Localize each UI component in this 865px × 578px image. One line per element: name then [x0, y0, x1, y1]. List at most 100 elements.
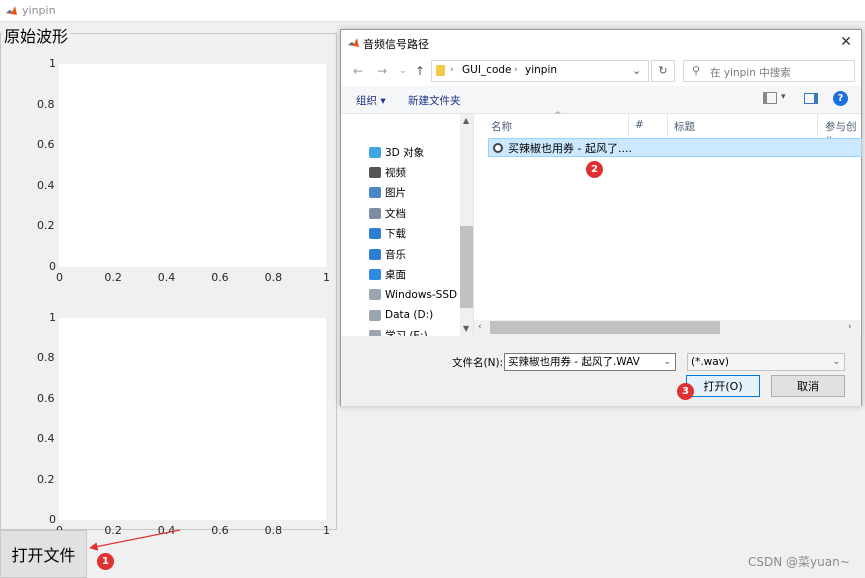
panel-title: 原始波形: [2, 23, 71, 47]
y-tick-label: 0.2: [37, 219, 55, 233]
open-button[interactable]: 打开(O): [686, 375, 760, 397]
document-icon: [369, 207, 381, 219]
dialog-toolbar: 组织 ▾ 新建文件夹 ▾ ?: [341, 86, 861, 114]
tree-item-label: 下载: [385, 228, 406, 241]
tree-item-label: Windows-SSD (: [385, 288, 465, 301]
navigation-tree: 3D 对象视频图片文档下载音乐桌面Windows-SSD (Data (D:)学…: [341, 114, 473, 365]
new-folder-button[interactable]: 新建文件夹: [408, 93, 461, 108]
column-header-number[interactable]: #: [635, 119, 644, 131]
chevron-down-icon[interactable]: ▾: [781, 92, 786, 102]
search-icon: ⚲: [692, 64, 701, 77]
tree-item[interactable]: 音乐: [369, 245, 406, 263]
breadcrumb-item[interactable]: GUI_code: [462, 64, 512, 76]
x-tick-label: 0.6: [211, 524, 229, 537]
x-tick-label: 0.6: [211, 271, 229, 284]
axes-top[interactable]: [59, 64, 326, 267]
file-name: 买辣椒也用券 - 起风了....: [508, 141, 632, 155]
breadcrumb-separator-icon: ›: [450, 65, 454, 75]
tree-item-label: 视频: [385, 166, 406, 179]
desktop-icon: [369, 268, 381, 280]
filename-value: 买辣椒也用券 - 起风了.WAV: [508, 356, 640, 368]
tree-item-label: 图片: [385, 187, 406, 200]
tree-item[interactable]: 图片: [369, 184, 406, 202]
step-badge-3: 3: [677, 383, 694, 400]
scroll-down-icon[interactable]: ▼: [463, 324, 469, 333]
breadcrumb-item[interactable]: yinpin: [525, 64, 557, 76]
tree-item-label: 音乐: [385, 248, 406, 261]
help-icon[interactable]: ?: [833, 91, 848, 106]
tree-item[interactable]: 3D 对象: [369, 143, 424, 161]
search-placeholder: 在 yinpin 中搜索: [710, 67, 791, 79]
tree-item[interactable]: 视频: [369, 163, 406, 181]
file-row[interactable]: 买辣椒也用券 - 起风了....: [488, 138, 862, 157]
x-tick-label: 0.8: [264, 524, 283, 537]
y-tick-label: 0: [49, 260, 56, 273]
search-input[interactable]: ⚲ 在 yinpin 中搜索: [683, 60, 855, 82]
chevron-down-icon[interactable]: ⌄: [663, 354, 671, 370]
navigation-bar: ← → ⌄ ↑ › GUI_code › yinpin ⌄ ↻ ⚲ 在 yinp…: [341, 56, 861, 86]
video-icon: [369, 166, 381, 178]
tree-item-label: Data (D:): [385, 309, 434, 322]
open-file-button[interactable]: 打开文件: [0, 530, 87, 578]
preview-pane-icon[interactable]: [804, 93, 818, 104]
column-header-name[interactable]: 名称: [491, 119, 512, 134]
horizontal-scrollbar[interactable]: ‹ ›: [474, 320, 860, 336]
y-tick-label: 0.2: [37, 472, 55, 486]
scroll-thumb[interactable]: [490, 321, 720, 334]
chevron-down-icon[interactable]: ⌄: [832, 354, 840, 370]
tree-item[interactable]: 桌面: [369, 265, 406, 283]
axes-bottom[interactable]: [59, 318, 326, 520]
tree-item[interactable]: 下载: [369, 225, 406, 243]
y-tick-label: 1: [49, 57, 56, 70]
organize-menu[interactable]: 组织 ▾: [356, 93, 386, 108]
file-list: 名称 ^ # 标题 参与创作 买辣椒也用券 - 起风了....: [473, 111, 862, 336]
dialog-bottom: 文件名(N): 买辣椒也用券 - 起风了.WAV ⌄ (*.wav) ⌄ 打开(…: [341, 336, 861, 406]
x-tick-label: 0: [56, 271, 63, 284]
download-icon: [369, 228, 381, 240]
y-tick-label: 0.8: [37, 97, 55, 111]
up-icon[interactable]: ↑: [415, 64, 425, 78]
tree-item[interactable]: Windows-SSD (: [369, 286, 465, 304]
back-icon[interactable]: ←: [353, 64, 363, 78]
breadcrumb-separator-icon: ›: [514, 65, 518, 75]
scroll-right-icon[interactable]: ›: [848, 322, 852, 332]
x-tick-label: 1: [323, 524, 330, 537]
scroll-up-icon[interactable]: ▲: [463, 116, 469, 125]
view-options-icon[interactable]: [763, 92, 777, 104]
tree-item[interactable]: Data (D:): [369, 306, 433, 324]
y-tick-label: 0.4: [37, 178, 55, 192]
tree-item-label: 桌面: [385, 268, 406, 281]
column-header-title[interactable]: 标题: [674, 119, 695, 134]
x-tick-label: 0.2: [104, 271, 122, 284]
address-dropdown-icon[interactable]: ⌄: [632, 64, 641, 77]
refresh-icon[interactable]: ↻: [651, 60, 675, 82]
column-divider[interactable]: [817, 114, 818, 136]
dialog-title: 音频信号路径: [363, 38, 429, 51]
column-divider[interactable]: [628, 114, 629, 136]
filter-value: (*.wav): [691, 356, 730, 368]
column-divider[interactable]: [667, 114, 668, 136]
file-type-filter[interactable]: (*.wav) ⌄: [687, 353, 845, 371]
dialog-titlebar: 音频信号路径 ✕: [341, 30, 861, 56]
scroll-thumb[interactable]: [460, 226, 473, 308]
y-tick-label: 0: [49, 513, 56, 526]
matlab-logo-icon: [348, 38, 359, 47]
tree-item[interactable]: 文档: [369, 204, 406, 222]
chevron-down-icon[interactable]: ⌄: [399, 66, 407, 76]
window-title: yinpin: [22, 4, 56, 17]
scroll-left-icon[interactable]: ‹: [478, 322, 482, 332]
tree-scrollbar[interactable]: ▲ ▼: [460, 114, 473, 336]
cube-icon: [369, 146, 381, 158]
matlab-logo-icon: [6, 6, 17, 15]
cancel-button[interactable]: 取消: [771, 375, 845, 397]
x-tick-label: 0.2: [104, 524, 122, 537]
filename-label: 文件名(N):: [452, 357, 504, 369]
address-bar[interactable]: › GUI_code › yinpin ⌄: [431, 60, 649, 82]
forward-icon[interactable]: →: [377, 64, 387, 78]
music-icon: [369, 248, 381, 260]
tree-item-label: 3D 对象: [385, 146, 425, 159]
y-tick-label: 0.8: [37, 351, 55, 365]
close-icon[interactable]: ✕: [837, 34, 855, 52]
y-tick-label: 0.6: [37, 391, 55, 405]
filename-input[interactable]: 买辣椒也用券 - 起风了.WAV ⌄: [504, 353, 676, 371]
